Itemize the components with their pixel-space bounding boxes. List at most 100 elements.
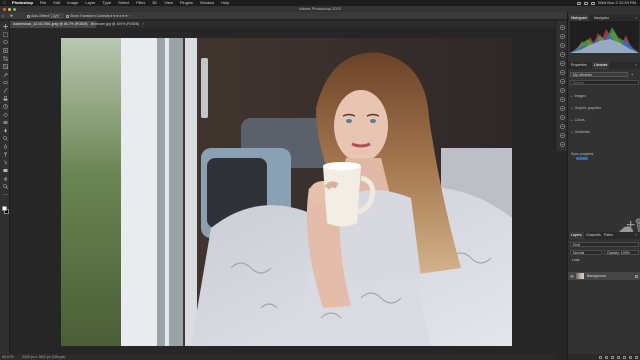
link-layers-icon[interactable]	[599, 355, 602, 359]
crop-tool-icon[interactable]	[2, 56, 8, 61]
panel-menu-icon[interactable]: ≡	[633, 232, 639, 239]
layers-panel: Layers Channels Paths ≡ Kind Normal Opac…	[568, 232, 640, 360]
home-icon[interactable]: ⌂	[2, 12, 4, 20]
info-panel-icon[interactable]	[560, 133, 565, 138]
zoom-tool-icon[interactable]	[2, 184, 8, 189]
window-title: Adobe Photoshop 2023	[299, 6, 341, 11]
path-select-icon[interactable]	[3, 160, 8, 165]
adjustment-icon[interactable]	[617, 355, 620, 359]
trash-icon[interactable]: 🗑	[633, 217, 640, 236]
add-icon[interactable]: +	[626, 217, 635, 234]
character-panel-icon[interactable]	[560, 52, 565, 57]
fx-icon[interactable]	[605, 355, 608, 359]
character-panel-icon-glyph	[560, 52, 564, 57]
canvas-area[interactable]	[10, 28, 555, 354]
section-colors[interactable]: Colors	[571, 118, 585, 122]
eyedropper-tool-icon-glyph	[3, 72, 8, 77]
frame-tool-icon[interactable]	[2, 64, 8, 69]
panel-menu-icon[interactable]: ≡	[633, 62, 639, 69]
tab-bedroom[interactable]: Bedroom.jpg @ 100% (RGB/8) ×	[88, 21, 147, 28]
sync-status-label: Sync progress	[571, 152, 594, 156]
group-icon[interactable]	[623, 355, 626, 359]
gradient-tool-icon[interactable]	[3, 120, 8, 125]
lasso-tool-icon[interactable]	[2, 40, 8, 45]
patterns-panel-icon[interactable]	[560, 97, 565, 102]
wifi-icon[interactable]	[584, 1, 589, 5]
cloud-icon[interactable]: ☁	[618, 217, 634, 236]
section-images[interactable]: Images	[571, 94, 586, 98]
blur-tool-icon[interactable]	[3, 128, 8, 133]
tab-layers[interactable]: Layers	[569, 232, 584, 239]
type-tool-icon[interactable]	[3, 152, 8, 157]
swatches-panel-icon[interactable]	[560, 79, 565, 84]
zoom-level[interactable]: 66.67%	[2, 354, 14, 360]
gradient-tool-icon-glyph	[3, 121, 7, 124]
tab-paths[interactable]: Paths	[602, 232, 615, 239]
battery-icon[interactable]	[577, 1, 582, 5]
patterns-panel-icon-glyph	[560, 97, 564, 102]
maximize-window-button[interactable]	[13, 7, 16, 11]
history-panel-icon[interactable]	[560, 25, 565, 30]
sync-progress-bar	[576, 157, 588, 160]
tab-libraries[interactable]: Libraries	[592, 62, 610, 69]
visibility-eye-icon[interactable]	[570, 274, 574, 278]
adjustments-panel-icon[interactable]	[560, 61, 565, 66]
more-tools-icon[interactable]	[3, 192, 8, 197]
pen-tool-icon[interactable]	[3, 144, 8, 149]
healing-brush-icon[interactable]	[2, 80, 8, 85]
crop-tool-icon-glyph	[2, 56, 8, 61]
dodge-tool-icon[interactable]	[2, 136, 8, 141]
lock-label: Lock:	[572, 258, 581, 262]
eyedropper-tool-icon[interactable]	[3, 72, 8, 77]
align-icons[interactable]: ■ ■ ■ ■ ■ ■ ···	[110, 12, 132, 20]
shapes-panel-icon[interactable]	[560, 106, 565, 111]
foreground-color-swatch[interactable]	[1, 206, 7, 211]
clone-stamp-icon[interactable]	[3, 96, 8, 101]
control-center-icon[interactable]	[591, 1, 596, 5]
layer-row-background[interactable]: Background	[568, 272, 640, 280]
hand-tool-icon[interactable]	[3, 176, 8, 181]
auto-select-checkbox[interactable]	[27, 14, 30, 18]
library-search-input[interactable]: Search	[570, 80, 639, 85]
close-window-button[interactable]	[3, 7, 6, 11]
brush-settings-icon[interactable]	[560, 70, 565, 75]
show-transform-checkbox[interactable]	[66, 14, 69, 18]
close-tab-icon[interactable]: ×	[142, 22, 144, 26]
marquee-tool-icon[interactable]	[2, 32, 8, 37]
rectangle-tool-icon[interactable]	[3, 168, 8, 173]
add-library-icon[interactable]: +	[631, 72, 633, 77]
document-info[interactable]: 2400 px x 1602 px (300 ppi)	[22, 354, 65, 360]
brush-tool-icon[interactable]	[3, 88, 8, 93]
histogram-graph	[570, 21, 639, 53]
move-tool-preset-icon[interactable]: ✥	[10, 12, 13, 20]
section-gradients[interactable]: Gradients	[571, 130, 590, 134]
tab-channels[interactable]: Channels	[584, 232, 603, 239]
history-brush-icon[interactable]	[2, 104, 8, 109]
minimize-window-button[interactable]	[8, 7, 11, 11]
comments-panel-icon[interactable]	[560, 124, 565, 129]
blend-mode-dropdown[interactable]: Normal	[570, 250, 602, 255]
actions-panel-icon[interactable]	[560, 34, 565, 39]
tab-adobestock[interactable]: Adobestock_421417891.jpeg @ 66.7% (RGB/8…	[10, 21, 96, 28]
move-tool-icon[interactable]	[2, 24, 8, 29]
tab-properties[interactable]: Properties	[569, 62, 589, 69]
mask-icon[interactable]	[611, 355, 614, 359]
healing-brush-icon-glyph	[2, 81, 8, 84]
paragraph-panel-icon[interactable]	[560, 43, 565, 48]
glyphs-panel-icon[interactable]	[560, 115, 565, 120]
section-graphics[interactable]: Graphic graphics	[571, 106, 601, 110]
layer-name[interactable]: Background	[587, 272, 606, 280]
opacity-field[interactable]: Opacity: 100%	[604, 250, 639, 255]
eraser-tool-icon[interactable]	[2, 112, 8, 117]
delete-layer-icon[interactable]	[635, 355, 638, 359]
color-panel-icon[interactable]	[560, 88, 565, 93]
layer-kind-filter[interactable]: Kind	[570, 242, 639, 247]
document-canvas[interactable]	[61, 38, 512, 346]
layer-thumbnail	[576, 273, 584, 279]
new-layer-icon[interactable]	[629, 355, 632, 359]
object-select-tool-icon[interactable]	[2, 48, 8, 53]
timeline-panel-icon[interactable]	[560, 142, 565, 147]
library-dropdown[interactable]: My Libraries	[570, 72, 628, 77]
tab-label: Adobestock_421417891.jpeg @ 66.7% (RGB/8…	[13, 22, 88, 26]
auto-select-dropdown[interactable]: Layer	[49, 14, 63, 18]
